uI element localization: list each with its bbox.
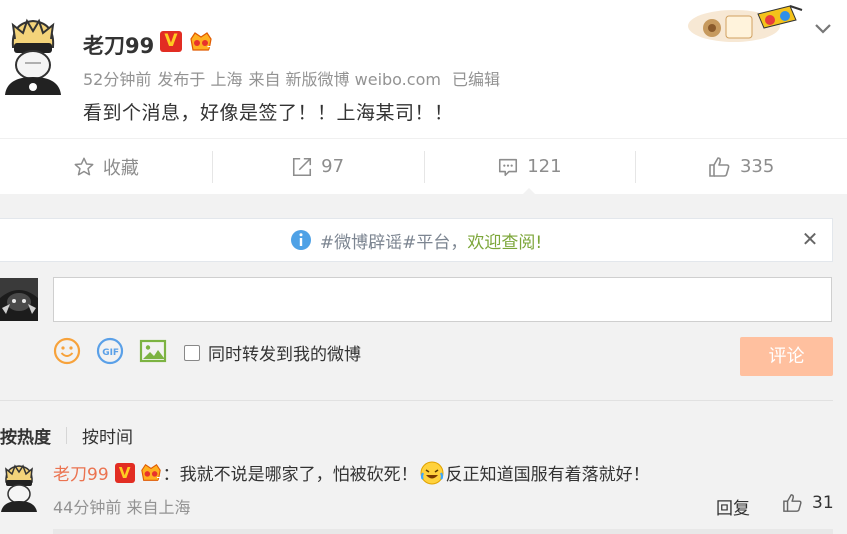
comment-verified-badge: V: [114, 462, 135, 483]
chevron-down-icon[interactable]: [811, 16, 835, 40]
comment-icon: [499, 158, 518, 176]
thumbs-up-icon: [709, 156, 730, 177]
comment-text-part1: ：我就不说是哪家了，怕被砍死！: [162, 465, 418, 485]
reply-button[interactable]: 回复: [716, 494, 750, 519]
repost-to-my-weibo-option[interactable]: 同时转发到我的微博: [184, 340, 361, 365]
favorite-button[interactable]: 收藏: [0, 139, 212, 194]
like-count: 335: [739, 156, 775, 177]
comment-text-part2: 反正知道国服有着落就好！: [445, 465, 650, 485]
comment-like-count: 31: [812, 493, 834, 513]
comment-bottom-divider: [53, 529, 833, 534]
sort-divider: [66, 427, 67, 444]
comment-like-button[interactable]: 31: [782, 493, 834, 513]
svg-text:7: 7: [207, 45, 213, 54]
active-tab-caret: [522, 188, 537, 195]
sort-by-time-tab[interactable]: 按时间: [82, 423, 133, 448]
info-icon: [290, 230, 311, 250]
comment-sort-switch: 按热度 按时间: [0, 423, 133, 448]
like-button[interactable]: 335: [635, 139, 847, 194]
post-author-name[interactable]: 老刀99: [83, 30, 154, 60]
card-decoration-icon: [688, 5, 803, 42]
repost-count: 97: [321, 156, 345, 177]
comment-author-avatar[interactable]: [0, 464, 38, 512]
post-card: 老刀99 V 7 52分钟前 发布于 上海 来自 新版微博 weibo.com 已编…: [0, 0, 847, 195]
comment-author-name[interactable]: 老刀99: [53, 460, 109, 485]
comment-meta: 44分钟前 来自上海: [53, 498, 191, 517]
repost-button[interactable]: 97: [211, 139, 424, 194]
notice-text: #微博辟谣#平台，: [319, 232, 468, 253]
post-text: 看到个消息，好像是签了！！上海某司！！: [83, 102, 454, 124]
close-icon[interactable]: ✕: [800, 229, 820, 249]
post-source: 来自 新版微博 weibo.com: [248, 70, 441, 89]
comment-member-level-icon: 7: [140, 463, 161, 484]
comment-input[interactable]: [53, 277, 832, 322]
repost-icon: [293, 157, 312, 176]
current-user-avatar[interactable]: [0, 278, 38, 321]
laugh-cry-emoji-icon: [420, 461, 444, 484]
comment-button[interactable]: 121: [423, 139, 636, 195]
edited-label[interactable]: 已编辑: [452, 70, 500, 89]
notice-link[interactable]: 欢迎查阅!: [467, 228, 542, 253]
star-icon: [74, 157, 94, 175]
gif-icon[interactable]: GIF: [96, 337, 124, 365]
post-location: 发布于 上海: [157, 70, 243, 89]
rumor-notice-bar: #微博辟谣#平台， 欢迎查阅! ✕: [0, 218, 833, 262]
favorite-label: 收藏: [102, 157, 139, 179]
comment-text-line: 老刀99 V 7 ：我就不说是哪家了，怕被砍死！ 反正知道国服有着落就好！: [53, 460, 650, 485]
author-avatar[interactable]: [3, 17, 63, 95]
submit-comment-button[interactable]: 评论: [740, 337, 833, 376]
comment-count: 121: [527, 156, 562, 177]
svg-text:GIF: GIF: [102, 348, 119, 358]
post-time[interactable]: 52分钟前: [83, 70, 151, 89]
divider: [0, 400, 833, 401]
verified-badge: V: [160, 31, 182, 52]
repost-checkbox-label: 同时转发到我的微博: [208, 345, 361, 365]
emoji-icon[interactable]: [53, 337, 81, 365]
sort-by-hot-tab[interactable]: 按热度: [0, 423, 51, 448]
thumbs-up-icon: [783, 494, 802, 512]
post-action-bar: 收藏 97 121 335: [0, 138, 847, 195]
repost-checkbox[interactable]: [184, 344, 200, 361]
post-meta: 52分钟前 发布于 上海 来自 新版微博 weibo.com 已编辑: [83, 66, 506, 90]
image-icon[interactable]: [139, 337, 167, 365]
member-level-icon: 7: [190, 32, 213, 54]
svg-text:7: 7: [156, 475, 161, 484]
